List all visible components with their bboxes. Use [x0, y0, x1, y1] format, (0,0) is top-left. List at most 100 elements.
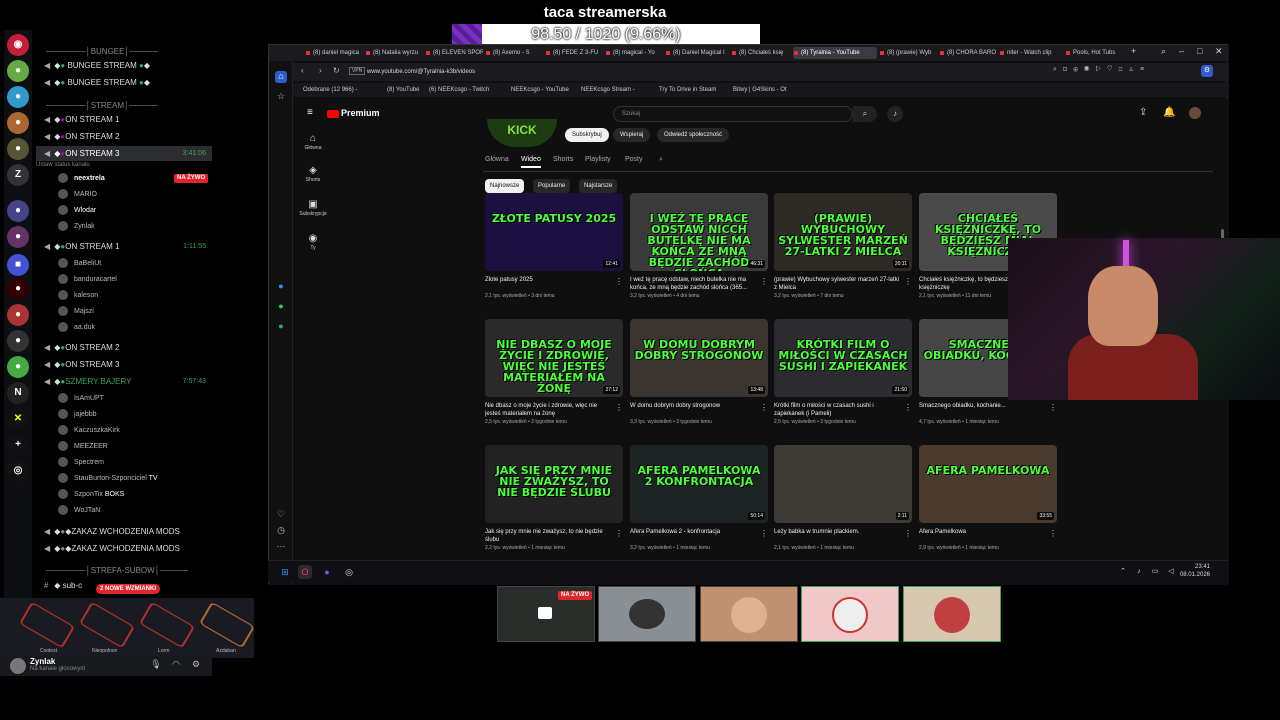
filter-oldest[interactable]: Najstarsze: [579, 179, 618, 193]
video-title[interactable]: Smacznego obiadku, kochanie...: [919, 402, 1057, 418]
voice-user[interactable]: aa.duk: [58, 320, 95, 335]
app-icon[interactable]: ◎: [342, 565, 356, 579]
voice-user[interactable]: SzponTix BOKS: [58, 487, 124, 502]
server-icon[interactable]: ●: [7, 200, 29, 222]
network-icon[interactable]: ▭: [1148, 565, 1162, 579]
tab-shorts[interactable]: Shorts: [553, 156, 573, 163]
bookmark-item[interactable]: (6) NEEKcsgo - Twitch: [429, 85, 489, 95]
participant-tile[interactable]: [598, 586, 696, 642]
more-options-icon[interactable]: ⋮: [760, 277, 768, 286]
reload-icon[interactable]: ↻: [333, 66, 340, 75]
more-options-icon[interactable]: ⋮: [760, 403, 768, 412]
participant-tile[interactable]: [801, 586, 899, 642]
more-options-icon[interactable]: ⋮: [615, 277, 623, 286]
browser-tab[interactable]: (8) daniel magica: [305, 47, 363, 59]
browser-tab[interactable]: (8) magical - Yo: [605, 47, 663, 59]
new-tab-icon[interactable]: +: [1131, 46, 1136, 56]
voice-user[interactable]: jajebbb: [58, 407, 97, 422]
server-icon[interactable]: ●: [7, 226, 29, 248]
server-icon[interactable]: ◉: [7, 34, 29, 56]
server-icon[interactable]: ●: [7, 86, 29, 108]
tab-posts[interactable]: Posty: [625, 156, 643, 163]
avatar[interactable]: [1189, 107, 1201, 119]
voice-user[interactable]: IsAmUPT: [58, 391, 104, 406]
video-thumbnail[interactable]: I WEŹ TĘ PRACĘ ODSTAW NICCH BUTELKĘ NIE …: [630, 193, 768, 271]
video-thumbnail[interactable]: AFERA PAMELKOWA 2 KONFRONTACJA 50:14: [630, 445, 768, 523]
menu-icon[interactable]: ≡: [307, 107, 313, 118]
browser-tab[interactable]: (8) ELEVEN SPOR: [425, 47, 483, 59]
browser-tab[interactable]: (8) Chciałeś księ: [731, 47, 791, 59]
microphone-tray-icon[interactable]: ♪: [1132, 565, 1146, 579]
gear-icon[interactable]: ⚙: [190, 659, 202, 671]
voice-user[interactable]: Zynlak: [58, 219, 95, 234]
filter-newest[interactable]: Najnowsze: [485, 179, 525, 193]
more-options-icon[interactable]: ⋮: [760, 529, 768, 538]
minimize-icon[interactable]: –: [1179, 46, 1184, 56]
video-title[interactable]: Złote patusy 2025: [485, 276, 623, 292]
sidebar-item-home[interactable]: ⌂ Główna: [293, 133, 333, 151]
avatar[interactable]: [10, 658, 26, 674]
whatsapp-icon[interactable]: ●: [275, 301, 287, 313]
back-icon[interactable]: ‹: [301, 66, 304, 75]
more-options-icon[interactable]: ⋮: [904, 277, 912, 286]
more-icon[interactable]: ⋯: [275, 541, 287, 553]
video-thumbnail[interactable]: KRÓTKI FILM O MIŁOŚCI W CZASACH SUSHI I …: [774, 319, 912, 397]
browser-tab[interactable]: (8) Daniel Magical I: [665, 47, 729, 59]
server-icon[interactable]: ✕: [7, 408, 29, 430]
channel-item[interactable]: ◀ ◆●ON STREAM 3: [36, 357, 212, 372]
server-icon[interactable]: ●: [7, 356, 29, 378]
video-thumbnail[interactable]: ZŁOTE PATUSY 2025 12:41: [485, 193, 623, 271]
video-card[interactable]: KRÓTKI FILM O MIŁOŚCI W CZASACH SUSHI I …: [774, 319, 912, 425]
mentions-badge[interactable]: 2 NOWE WZMIANKI: [96, 584, 160, 594]
category-strefa[interactable]: ───────│STREFA-SUBOW│─────: [36, 563, 212, 578]
join-button[interactable]: Wspieraj: [613, 128, 651, 142]
browser-tab[interactable]: (8) Natalia wyrzu: [365, 47, 423, 59]
video-thumbnail[interactable]: (PRAWIE) WYBUCHOWY SYLWESTER MARZEŃ 27-L…: [774, 193, 912, 271]
video-card[interactable]: AFERA PAMELKOWA 33:55 Afera Pamelkowa 2,9 t…: [919, 445, 1057, 551]
browser-tab[interactable]: (8) (prawie) Wyb: [879, 47, 937, 59]
search-icon[interactable]: ⌕: [853, 106, 877, 122]
server-icon[interactable]: Z: [7, 164, 29, 186]
opera-icon[interactable]: O: [298, 565, 312, 579]
subscribe-button[interactable]: Subskrybuj: [565, 128, 609, 142]
channel-item[interactable]: ◀ ◆● BUNGEE STREAM ●◆: [36, 75, 212, 90]
video-title[interactable]: Leży babka w trumnie plackiem.: [774, 528, 912, 544]
voice-user[interactable]: KaczuszkaKirk: [58, 423, 120, 438]
server-icon[interactable]: ●: [7, 138, 29, 160]
search-tabs-icon[interactable]: ⌕: [1161, 46, 1166, 57]
more-options-icon[interactable]: ⋮: [615, 529, 623, 538]
category-bungee[interactable]: ───────│BUNGEE│─────: [36, 44, 212, 59]
video-title[interactable]: (prawie) Wybuchowy sylwester marzeń 27-l…: [774, 276, 912, 292]
messenger-icon[interactable]: ●: [275, 281, 287, 293]
microphone-icon[interactable]: 🎙: [150, 659, 162, 671]
voice-user[interactable]: Spectrem: [58, 455, 104, 470]
settings-icon[interactable]: ⚙: [1201, 65, 1213, 77]
participant-tile[interactable]: [903, 586, 1001, 642]
browser-tab[interactable]: (8) CHORA BARO: [939, 47, 997, 59]
headphones-icon[interactable]: ◠: [170, 659, 182, 671]
create-icon[interactable]: ⇪: [1139, 107, 1147, 118]
video-thumbnail[interactable]: JAK SIĘ PRZY MNIE NIE ZWAŻYSZ, TO NIE BĘ…: [485, 445, 623, 523]
heart-icon[interactable]: ♡: [275, 509, 287, 521]
voice-user[interactable]: MARIO: [58, 187, 97, 202]
video-card[interactable]: I WEŹ TĘ PRACĘ ODSTAW NICCH BUTELKĘ NIE …: [630, 193, 768, 299]
browser-tab[interactable]: (8) FEDE Z 3-FU: [545, 47, 603, 59]
clock[interactable]: 23:41 08.01.2026: [1180, 563, 1210, 579]
discord-icon[interactable]: ●: [320, 565, 334, 579]
channel-item[interactable]: ◀ ◆●ON STREAM 1: [36, 112, 212, 127]
community-button[interactable]: Odwiedź społeczność: [657, 128, 730, 142]
tab-videos[interactable]: Wideo: [521, 156, 541, 168]
youtube-logo[interactable]: Premium: [327, 108, 380, 118]
server-icon[interactable]: ●: [7, 112, 29, 134]
voice-user[interactable]: BaBeliUt: [58, 256, 101, 271]
spotify-icon[interactable]: ●: [275, 321, 287, 333]
participant-tile[interactable]: NA ŻYWO: [497, 586, 595, 642]
toolbar-icons[interactable]: ⌕⊡⊕◉▷♡◻♙≡: [1053, 66, 1150, 74]
browser-tab-active[interactable]: (8) Tyralnia - YouTube: [793, 47, 877, 59]
sidebar-item-shorts[interactable]: ◈ Shorts: [293, 165, 333, 183]
more-options-icon[interactable]: ⋮: [1049, 403, 1057, 412]
video-title[interactable]: Afera Pamelkowa 2 - konfrontacja: [630, 528, 768, 544]
video-title[interactable]: W domu dobrym dobry strogonow: [630, 402, 768, 418]
voice-user[interactable]: StauBurton-Szponciciel TV: [58, 471, 158, 486]
browser-tab[interactable]: (8) Axemo - S: [485, 47, 543, 59]
